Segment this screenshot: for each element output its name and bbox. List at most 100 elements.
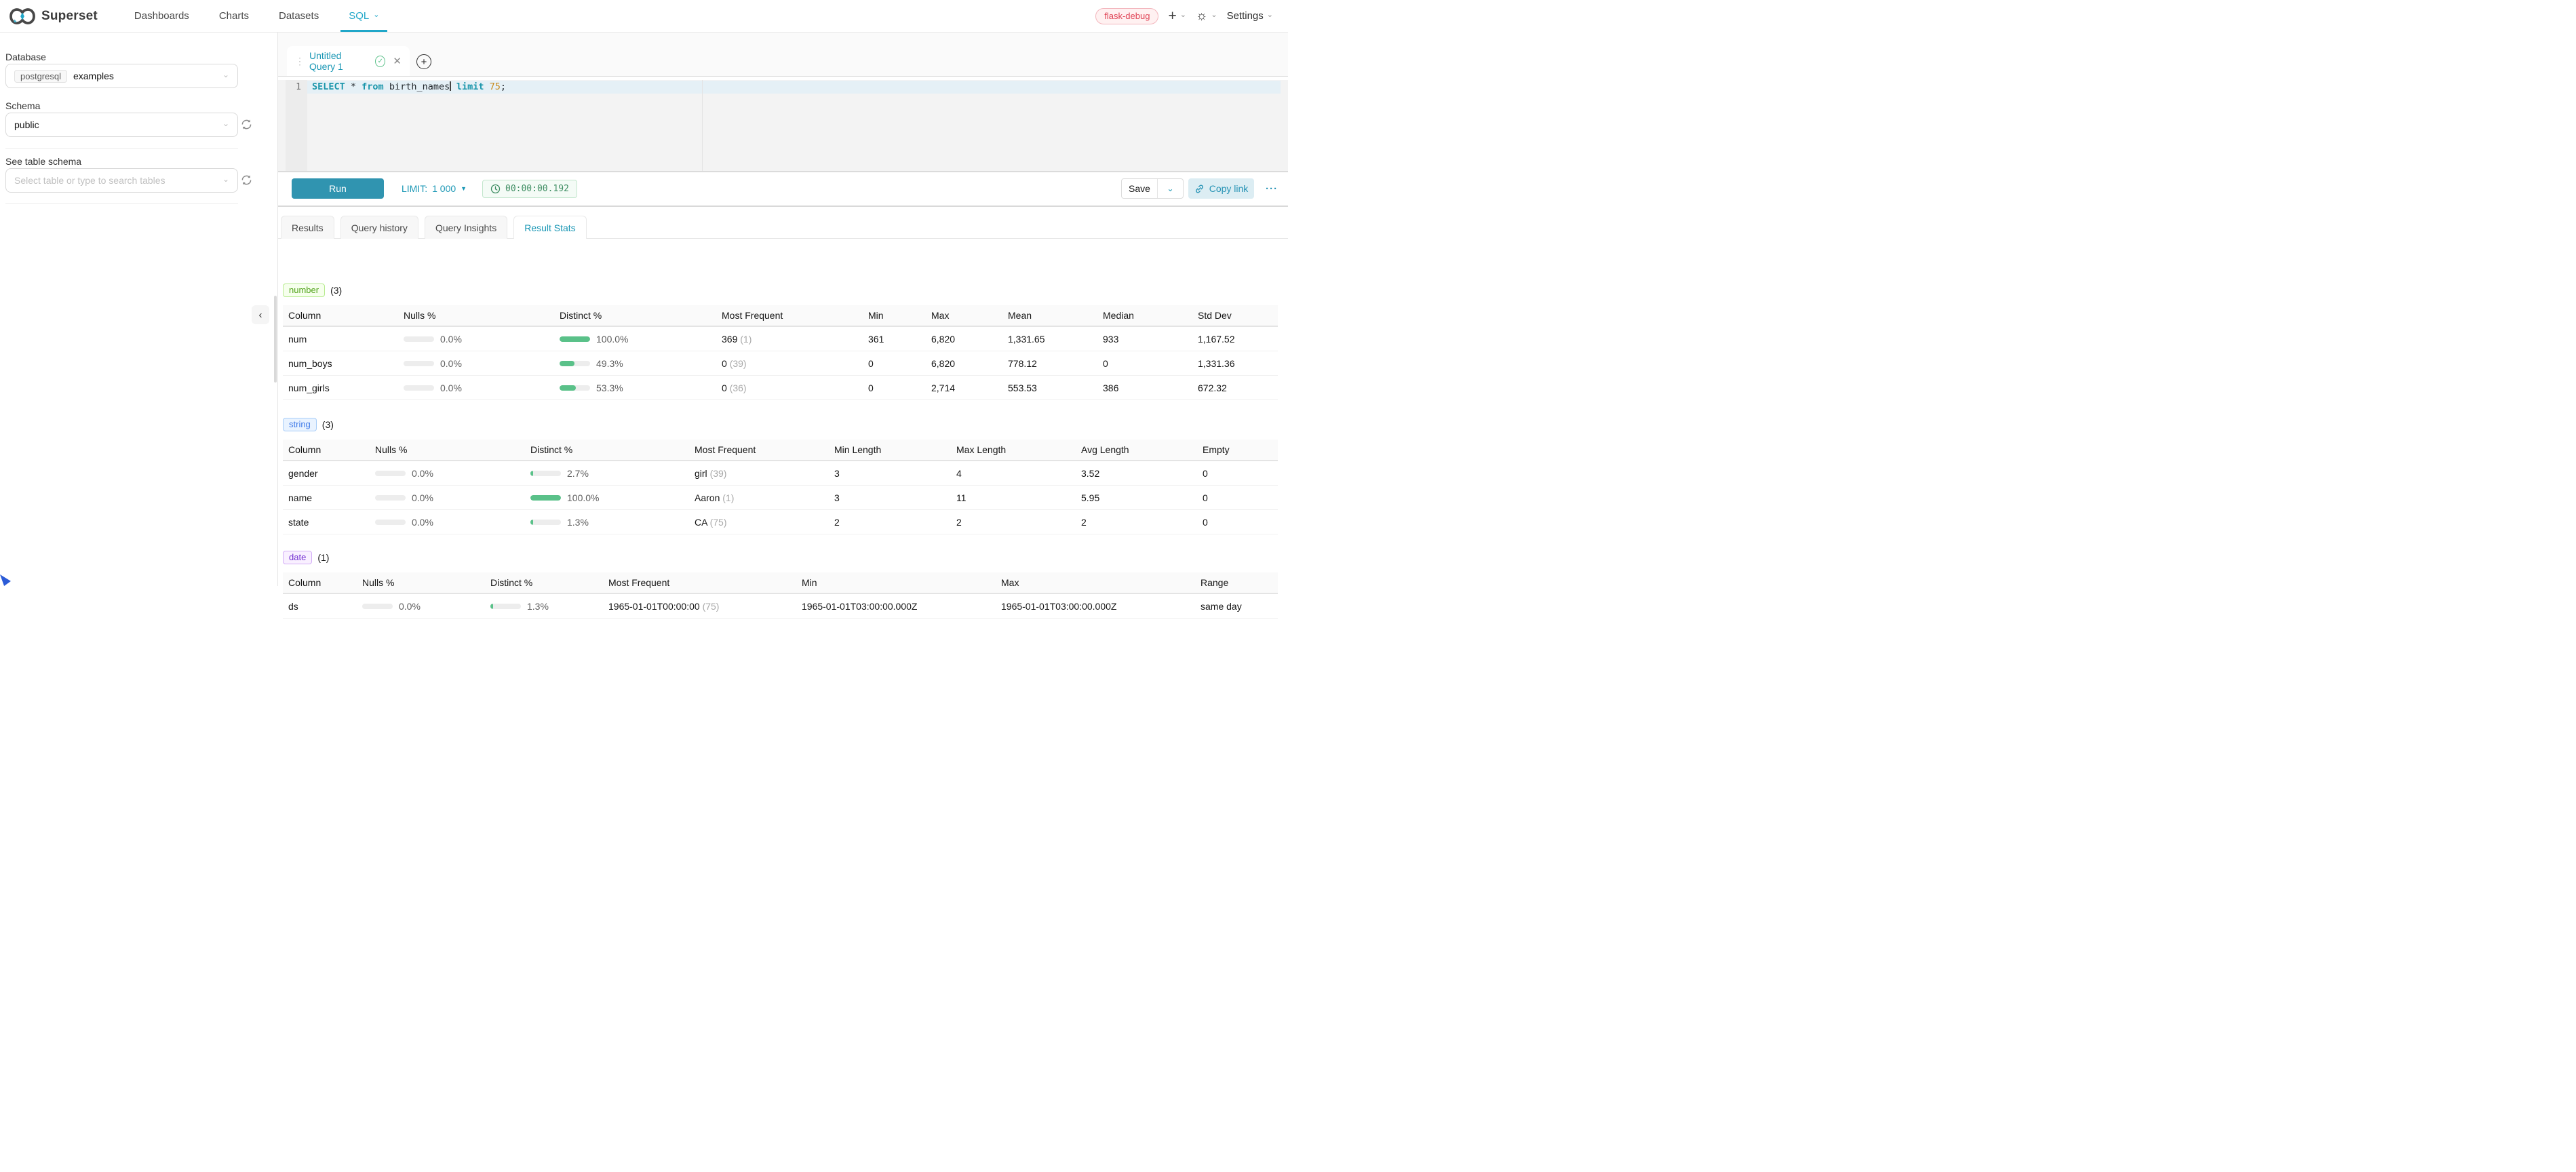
empty-count-value: 0 bbox=[1203, 468, 1278, 479]
header-distinct: Distinct % bbox=[530, 444, 695, 455]
max-value: 6,820 bbox=[931, 334, 1008, 345]
sidebar-divider bbox=[5, 203, 238, 204]
table-row: state 0.0% 1.3% CA (75) 2 2 2 0 bbox=[283, 510, 1278, 534]
save-button[interactable]: Save bbox=[1122, 179, 1157, 198]
min-value: 1965-01-01T03:00:00.000Z bbox=[802, 601, 1001, 612]
header-min-length: Min Length bbox=[834, 444, 956, 455]
collapse-sidebar-button[interactable]: ‹ bbox=[252, 305, 269, 324]
stat-column-name: num_boys bbox=[283, 358, 404, 369]
sql-keyword: limit bbox=[451, 81, 484, 92]
table-row: name 0.0% 100.0% Aaron (1) 3 11 5.95 0 bbox=[283, 486, 1278, 510]
type-badge-number: number bbox=[283, 284, 325, 297]
std-dev-value: 672.32 bbox=[1198, 383, 1278, 393]
string-section-header: string (3) bbox=[283, 418, 334, 431]
theme-toggle-button[interactable]: ☼ ⌄ bbox=[1196, 9, 1217, 22]
save-split-button[interactable]: Save ⌄ bbox=[1121, 178, 1184, 199]
distinct-bar bbox=[560, 361, 590, 366]
limit-dropdown[interactable]: LIMIT: 1 000 ▼ bbox=[402, 178, 467, 199]
string-stats-table: Column Nulls % Distinct % Most Frequent … bbox=[283, 440, 1278, 534]
schema-select[interactable]: public ⌄ bbox=[5, 113, 238, 137]
mean-value: 1,331.65 bbox=[1008, 334, 1103, 345]
navbar-right: flask-debug + ⌄ ☼ ⌄ Settings ⌄ bbox=[1095, 8, 1273, 24]
table-select[interactable]: Select table or type to search tables ⌄ bbox=[5, 168, 238, 193]
nav-item-dashboards[interactable]: Dashboards bbox=[134, 0, 189, 32]
sql-number-literal: 75 bbox=[484, 81, 501, 92]
header-nulls: Nulls % bbox=[362, 577, 490, 588]
header-max: Max bbox=[931, 310, 1008, 321]
query-tab[interactable]: ⋮ Untitled Query 1 ✓ ✕ bbox=[287, 46, 410, 76]
min-length-value: 2 bbox=[834, 517, 956, 528]
database-select[interactable]: postgresql examples ⌄ bbox=[5, 64, 238, 88]
sidebar-scrollbar[interactable] bbox=[274, 296, 277, 383]
most-frequent-cell: CA (75) bbox=[695, 517, 834, 528]
string-column-count: (3) bbox=[322, 419, 334, 430]
nulls-bar bbox=[362, 604, 393, 609]
add-query-tab-button[interactable]: + bbox=[416, 54, 431, 69]
most-frequent-value: 1965-01-01T00:00:00 bbox=[608, 601, 700, 612]
run-button[interactable]: Run bbox=[292, 178, 384, 199]
header-range: Range bbox=[1201, 577, 1278, 588]
sql-statement[interactable]: SELECT * from birth_names limit 75; bbox=[312, 81, 506, 94]
save-options-caret[interactable]: ⌄ bbox=[1157, 179, 1183, 198]
tab-results[interactable]: Results bbox=[281, 216, 334, 239]
distinct-cell: 1.3% bbox=[490, 601, 608, 612]
table-row: gender 0.0% 2.7% girl (39) 3 4 3.52 0 bbox=[283, 461, 1278, 486]
editor-print-margin bbox=[702, 80, 703, 171]
header-distinct: Distinct % bbox=[490, 577, 608, 588]
new-item-button[interactable]: + ⌄ bbox=[1168, 9, 1186, 23]
tab-query-history[interactable]: Query history bbox=[340, 216, 418, 239]
most-frequent-value: 0 bbox=[722, 358, 727, 369]
header-max-length: Max Length bbox=[956, 444, 1081, 455]
nulls-pct: 0.0% bbox=[412, 492, 433, 503]
drag-handle-icon[interactable]: ⋮ bbox=[295, 56, 303, 67]
chevron-down-icon: ⌄ bbox=[222, 119, 229, 128]
header-std-dev: Std Dev bbox=[1198, 310, 1278, 321]
number-stats-table: Column Nulls % Distinct % Most Frequent … bbox=[283, 305, 1278, 400]
most-frequent-value: 0 bbox=[722, 383, 727, 393]
superset-logo[interactable]: Superset bbox=[9, 8, 98, 24]
most-frequent-cell: girl (39) bbox=[695, 468, 834, 479]
copy-link-button[interactable]: Copy link bbox=[1188, 178, 1254, 199]
nav-item-charts[interactable]: Charts bbox=[219, 0, 249, 32]
most-frequent-cell: 369 (1) bbox=[722, 334, 868, 345]
number-column-count: (3) bbox=[330, 285, 342, 296]
header-column: Column bbox=[283, 577, 362, 588]
mean-value: 553.53 bbox=[1008, 383, 1103, 393]
type-badge-string: string bbox=[283, 418, 317, 431]
distinct-pct: 49.3% bbox=[596, 358, 623, 369]
nulls-pct: 0.0% bbox=[440, 358, 462, 369]
result-stats-pane: number (3) Column Nulls % Distinct % Mos… bbox=[278, 239, 1288, 586]
tab-query-insights[interactable]: Query Insights bbox=[425, 216, 507, 239]
max-length-value: 2 bbox=[956, 517, 1081, 528]
distinct-bar bbox=[530, 495, 561, 501]
distinct-pct: 53.3% bbox=[596, 383, 623, 393]
max-length-value: 4 bbox=[956, 468, 1081, 479]
sql-keyword: from bbox=[362, 81, 384, 92]
header-nulls: Nulls % bbox=[375, 444, 530, 455]
editor-toolbar: Run LIMIT: 1 000 ▼ 00:00:00.192 Save ⌄ C… bbox=[278, 172, 1288, 206]
date-column-count: (1) bbox=[317, 552, 329, 563]
sql-operator: * bbox=[345, 81, 362, 92]
database-select-value: examples bbox=[73, 71, 114, 81]
date-section-header: date (1) bbox=[283, 551, 329, 564]
range-value: same day bbox=[1201, 601, 1278, 612]
settings-menu[interactable]: Settings ⌄ bbox=[1227, 10, 1273, 22]
close-tab-icon[interactable]: ✕ bbox=[393, 55, 402, 67]
chevron-down-icon: ⌄ bbox=[222, 174, 229, 184]
sql-keyword: SELECT bbox=[312, 81, 345, 92]
distinct-cell: 53.3% bbox=[560, 383, 722, 393]
sql-code-editor[interactable]: 1 SELECT * from birth_names limit 75; bbox=[278, 76, 1288, 171]
most-frequent-value: girl bbox=[695, 468, 707, 479]
header-min: Min bbox=[802, 577, 1001, 588]
tab-result-stats[interactable]: Result Stats bbox=[513, 216, 586, 239]
more-actions-button[interactable]: ··· bbox=[1266, 178, 1278, 199]
std-dev-value: 1,167.52 bbox=[1198, 334, 1278, 345]
nulls-cell: 0.0% bbox=[375, 468, 530, 479]
link-icon bbox=[1194, 184, 1205, 194]
nav-item-datasets[interactable]: Datasets bbox=[279, 0, 319, 32]
editor-top-padding bbox=[278, 77, 1288, 80]
nav-item-sql[interactable]: SQL ⌄ bbox=[349, 0, 379, 32]
refresh-tables-icon[interactable] bbox=[241, 174, 253, 187]
chevron-down-icon: ⌄ bbox=[222, 70, 229, 79]
refresh-schemas-icon[interactable] bbox=[241, 119, 253, 131]
